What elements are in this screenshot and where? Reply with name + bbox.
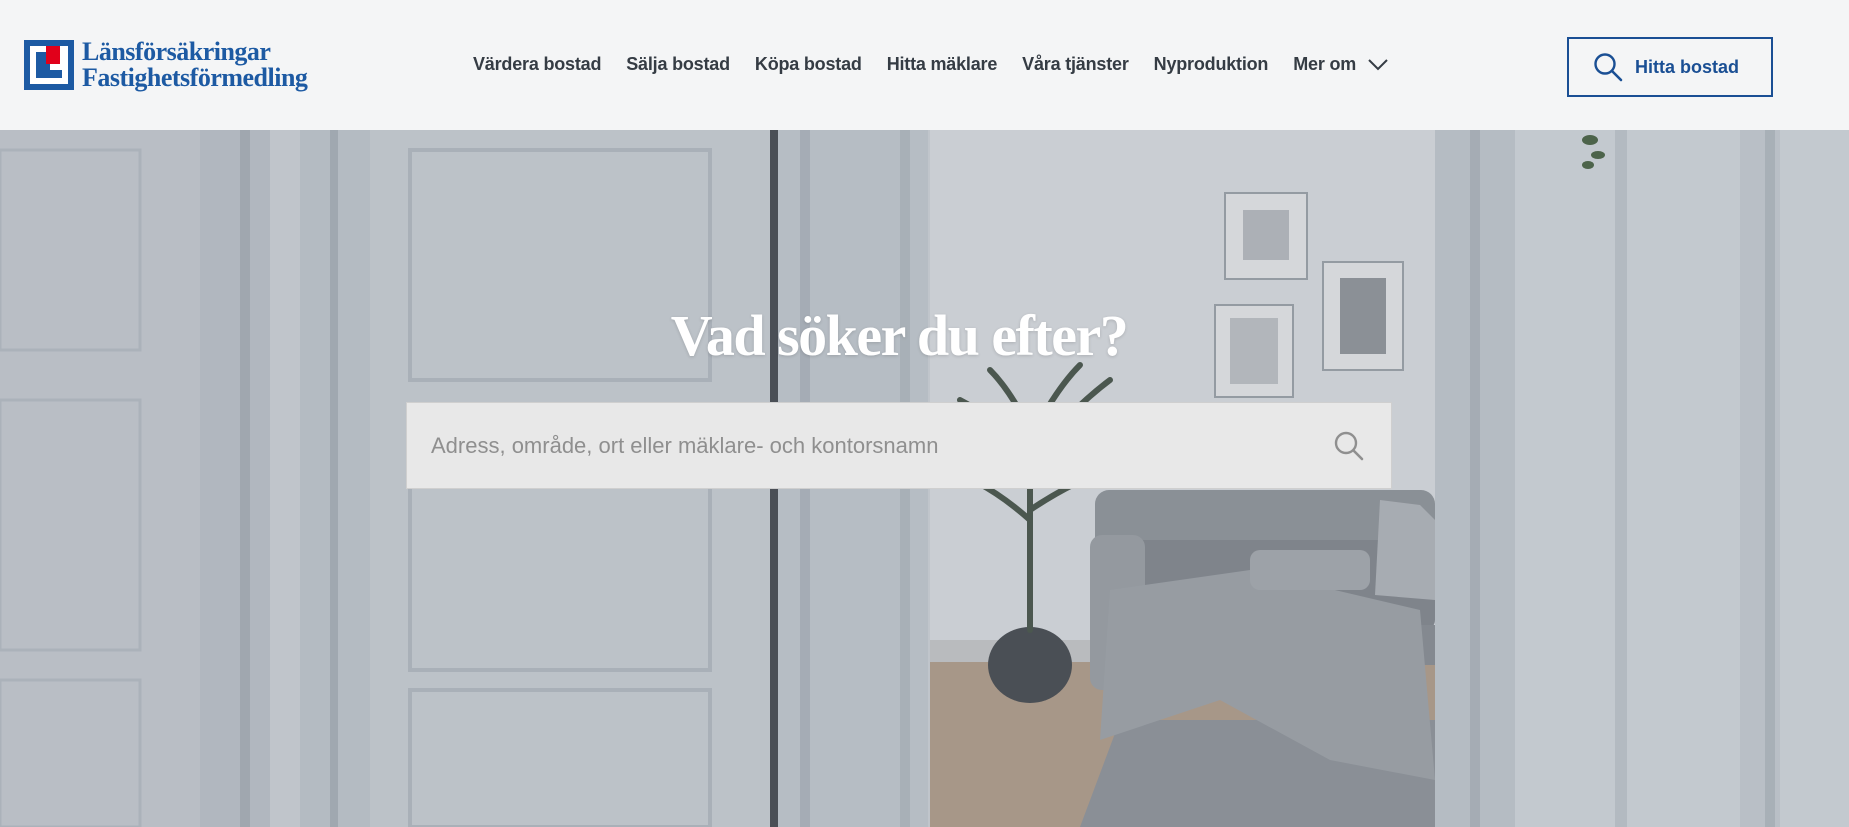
search-icon[interactable]	[1333, 430, 1365, 462]
brand-line-2: Fastighetsförmedling	[82, 63, 308, 92]
nav-item-vardera-bostad[interactable]: Värdera bostad	[473, 54, 601, 75]
search-icon	[1594, 53, 1623, 82]
nav-item-vara-tjanster[interactable]: Våra tjänster	[1022, 54, 1129, 75]
find-home-button-label: Hitta bostad	[1635, 56, 1740, 77]
lf-logo-mark-icon	[24, 40, 74, 90]
hero-headline: Vad söker du efter?	[670, 303, 1129, 368]
chevron-down-icon	[1368, 58, 1388, 70]
brand-line-1: Länsförsäkringar	[82, 37, 271, 66]
nav-item-kopa-bostad[interactable]: Köpa bostad	[755, 54, 862, 75]
hero-search-box[interactable]	[406, 402, 1392, 489]
site-header: Länsförsäkringar Fastighetsförmedling Vä…	[0, 0, 1849, 130]
find-home-button[interactable]: Hitta bostad	[1567, 37, 1773, 97]
main-navigation: Värdera bostad Sälja bostad Köpa bostad …	[473, 54, 1413, 75]
brand-name: Länsförsäkringar Fastighetsförmedling	[82, 37, 308, 92]
nav-item-nyproduktion[interactable]: Nyproduktion	[1154, 54, 1269, 75]
nav-more-label: Mer om	[1293, 54, 1357, 74]
nav-item-salja-bostad[interactable]: Sälja bostad	[626, 54, 730, 75]
nav-item-hitta-maklare[interactable]: Hitta mäklare	[887, 54, 998, 75]
brand-logo[interactable]: Länsförsäkringar Fastighetsförmedling	[24, 37, 308, 92]
nav-item-mer-om[interactable]: Mer om	[1293, 54, 1388, 75]
hero-search-input[interactable]	[407, 402, 1333, 489]
